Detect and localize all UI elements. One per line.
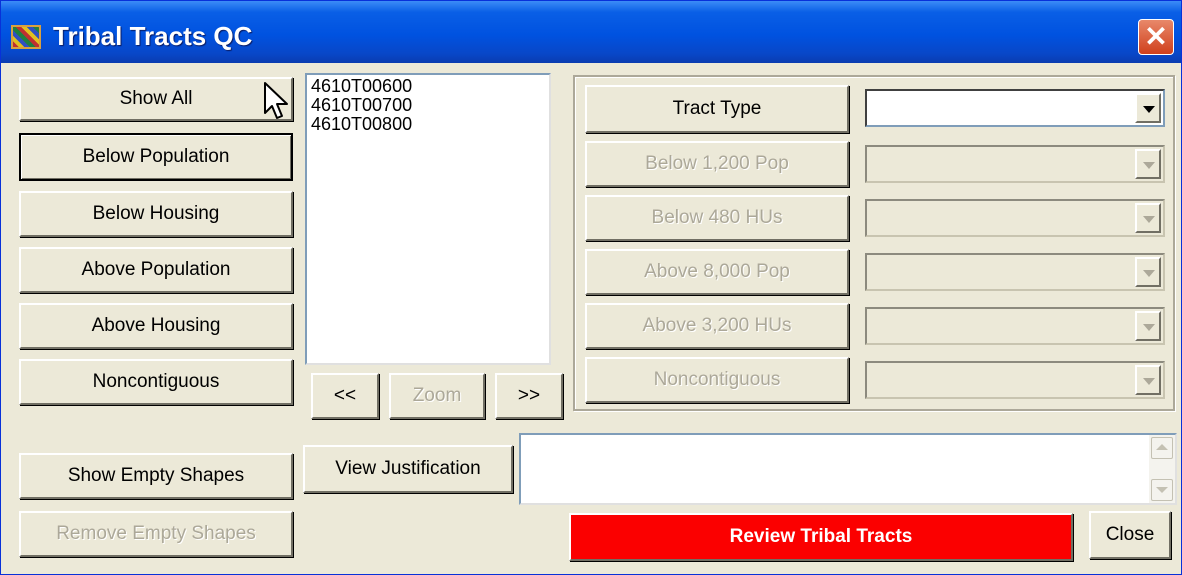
chevron-down-icon[interactable]: [1135, 257, 1161, 287]
app-icon: [11, 25, 41, 49]
dialog-client-area: Show All Below Population Below Housing …: [5, 67, 1177, 570]
chevron-down-icon[interactable]: [1135, 93, 1161, 123]
noncontiguous-criteria-select[interactable]: [865, 361, 1165, 399]
above-population-button[interactable]: Above Population: [19, 247, 293, 293]
noncontiguous-filter-button[interactable]: Noncontiguous: [19, 359, 293, 405]
close-button[interactable]: Close: [1089, 511, 1171, 559]
chevron-down-icon[interactable]: [1135, 311, 1161, 341]
scroll-up-icon[interactable]: [1151, 437, 1173, 459]
tract-type-select[interactable]: [865, 89, 1165, 127]
below-housing-button[interactable]: Below Housing: [19, 191, 293, 237]
above-3200-hus-select[interactable]: [865, 307, 1165, 345]
window-close-button[interactable]: ✕: [1138, 19, 1174, 55]
show-all-button[interactable]: Show All: [19, 77, 293, 121]
noncontiguous-criteria-button[interactable]: Noncontiguous: [585, 357, 849, 403]
list-item[interactable]: 4610T00800: [311, 115, 545, 134]
view-justification-button[interactable]: View Justification: [303, 445, 513, 493]
scroll-down-icon[interactable]: [1151, 479, 1173, 501]
next-button[interactable]: >>: [495, 373, 563, 419]
chevron-down-icon[interactable]: [1135, 203, 1161, 233]
review-tribal-tracts-button[interactable]: Review Tribal Tracts: [569, 513, 1073, 561]
tract-type-button[interactable]: Tract Type: [585, 85, 849, 133]
dialog-window: Tribal Tracts QC ✕ Show All Below Popula…: [0, 0, 1182, 575]
above-3200-hus-button[interactable]: Above 3,200 HUs: [585, 303, 849, 349]
justification-textbox[interactable]: [519, 433, 1177, 505]
list-item[interactable]: 4610T00600: [311, 77, 545, 96]
zoom-button[interactable]: Zoom: [389, 373, 485, 419]
justification-scrollbar[interactable]: [1149, 435, 1175, 503]
chevron-down-icon[interactable]: [1135, 149, 1161, 179]
below-480-hus-select[interactable]: [865, 199, 1165, 237]
below-1200-pop-select[interactable]: [865, 145, 1165, 183]
mouse-pointer-icon: [264, 82, 288, 119]
list-item[interactable]: 4610T00700: [311, 96, 545, 115]
above-8000-pop-button[interactable]: Above 8,000 Pop: [585, 249, 849, 295]
tract-listbox[interactable]: 4610T00600 4610T00700 4610T00800: [305, 73, 551, 365]
below-population-button[interactable]: Below Population: [19, 133, 293, 181]
previous-button[interactable]: <<: [311, 373, 379, 419]
chevron-down-icon[interactable]: [1135, 365, 1161, 395]
title-bar[interactable]: Tribal Tracts QC ✕: [1, 1, 1181, 63]
below-1200-pop-button[interactable]: Below 1,200 Pop: [585, 141, 849, 187]
above-8000-pop-select[interactable]: [865, 253, 1165, 291]
below-480-hus-button[interactable]: Below 480 HUs: [585, 195, 849, 241]
remove-empty-shapes-button[interactable]: Remove Empty Shapes: [19, 511, 293, 557]
show-empty-shapes-button[interactable]: Show Empty Shapes: [19, 453, 293, 499]
window-title: Tribal Tracts QC: [53, 21, 253, 51]
above-housing-button[interactable]: Above Housing: [19, 303, 293, 349]
